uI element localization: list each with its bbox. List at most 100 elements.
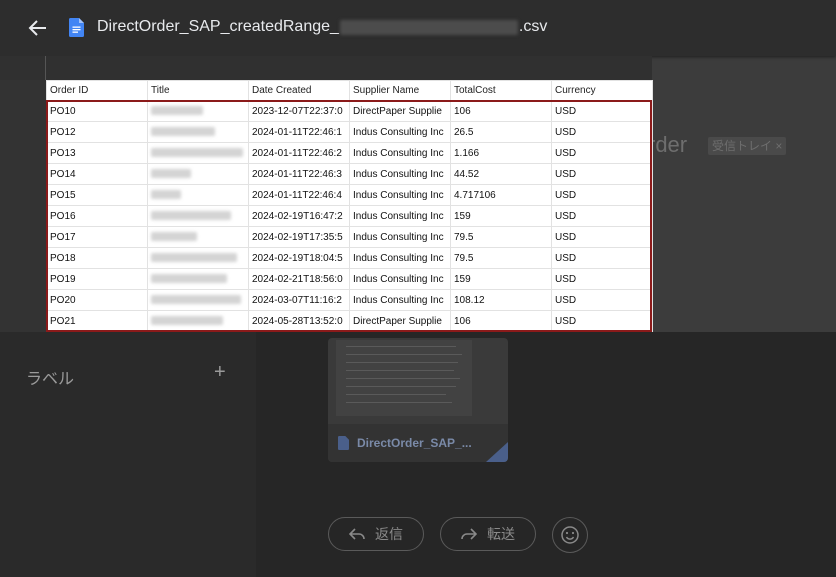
table-cell — [147, 121, 249, 143]
table-cell: Indus Consulting Inc — [349, 163, 451, 185]
table-cell: USD — [551, 205, 653, 227]
table-cell — [147, 163, 249, 185]
table-cell: Indus Consulting Inc — [349, 247, 451, 269]
forward-button[interactable]: 転送 — [440, 517, 536, 551]
attachment-thumbnail[interactable]: DirectOrder_SAP_... — [328, 338, 508, 462]
table-cell: Indus Consulting Inc — [349, 289, 451, 311]
redacted-title — [151, 232, 197, 242]
csv-preview-sheet: Order ID Title Date Created Supplier Name To… — [46, 80, 653, 332]
table-cell: USD — [551, 289, 653, 311]
file-title: DirectOrder_SAP_createdRange_ .csv — [97, 18, 547, 36]
table-cell: 2024-01-11T22:46:1 — [248, 121, 350, 143]
redacted-title — [151, 316, 223, 326]
table-cell: 2024-03-07T11:16:2 — [248, 289, 350, 311]
table-row: PO17 2024-02-19T17:35:5 Indus Consulting I… — [46, 226, 653, 248]
table-cell: 159 — [450, 268, 552, 290]
reply-label: 返信 — [375, 526, 403, 542]
table-cell: USD — [551, 226, 653, 248]
table-cell — [147, 184, 249, 206]
table-cell: 159 — [450, 205, 552, 227]
file-title-prefix: DirectOrder_SAP_createdRange_ — [97, 18, 339, 35]
table-cell: PO13 — [46, 142, 148, 164]
table-cell: PO19 — [46, 268, 148, 290]
redacted-date-range — [339, 19, 518, 35]
table-cell: 106 — [450, 100, 552, 122]
inbox-label-chip[interactable]: 受信トレイ × — [708, 137, 787, 155]
table-cell: 44.52 — [450, 163, 552, 185]
table-row: PO20 2024-03-07T11:16:2 Indus Consulting I… — [46, 289, 653, 311]
table-cell — [147, 310, 249, 332]
table-cell: 2024-05-28T13:52:0 — [248, 310, 350, 332]
emoji-reaction-button[interactable] — [552, 517, 588, 553]
table-cell: DirectPaper Supplie — [349, 100, 451, 122]
table-cell: USD — [551, 310, 653, 332]
redacted-title — [151, 274, 227, 284]
table-cell: PO20 — [46, 289, 148, 311]
table-cell: 2024-02-19T17:35:5 — [248, 226, 350, 248]
table-cell — [147, 100, 249, 122]
forward-arrow-icon — [461, 528, 477, 540]
table-cell: PO17 — [46, 226, 148, 248]
redacted-title — [151, 211, 231, 221]
arrow-left-icon[interactable] — [26, 16, 50, 40]
table-cell — [147, 268, 249, 290]
table-row: PO19 2024-02-21T18:56:0 Indus Consulting I… — [46, 268, 653, 290]
redacted-title — [151, 253, 237, 263]
table-cell: DirectPaper Supplie — [349, 310, 451, 332]
csv-table: Order ID Title Date Created Supplier Name To… — [46, 80, 653, 332]
table-cell: USD — [551, 268, 653, 290]
table-cell: 4.717106 — [450, 184, 552, 206]
redacted-title — [151, 148, 243, 158]
table-cell: USD — [551, 163, 653, 185]
table-cell: 26.5 — [450, 121, 552, 143]
table-cell: USD — [551, 100, 653, 122]
table-cell: USD — [551, 184, 653, 206]
table-cell: 106 — [450, 310, 552, 332]
table-cell: Indus Consulting Inc — [349, 121, 451, 143]
table-row: PO13 2024-01-11T22:46:2 Indus Consulting I… — [46, 142, 653, 164]
reply-button[interactable]: 返信 — [328, 517, 424, 551]
table-header-row: Order ID Title Date Created Supplier Name To… — [46, 80, 653, 101]
table-body: PO10 2023-12-07T22:37:0 DirectPaper Suppli… — [46, 100, 653, 332]
table-cell — [147, 205, 249, 227]
table-row: PO16 2024-02-19T16:47:2 Indus Consulting I… — [46, 205, 653, 227]
column-header: Order ID — [46, 80, 148, 101]
table-row: PO21 2024-05-28T13:52:0 DirectPaper Suppli… — [46, 310, 653, 332]
table-cell — [147, 289, 249, 311]
table-row: PO15 2024-01-11T22:46:4 Indus Consulting I… — [46, 184, 653, 206]
column-header: Supplier Name — [349, 80, 451, 101]
table-cell: 2024-01-11T22:46:4 — [248, 184, 350, 206]
table-cell: Indus Consulting Inc — [349, 142, 451, 164]
column-header: Currency — [551, 80, 653, 101]
table-cell: PO18 — [46, 247, 148, 269]
reply-arrow-icon — [349, 528, 365, 540]
table-cell: 108.12 — [450, 289, 552, 311]
file-viewer-header: DirectOrder_SAP_createdRange_ .csv — [0, 0, 836, 56]
table-cell: 79.5 — [450, 247, 552, 269]
file-title-extension: .csv — [518, 18, 548, 35]
table-cell: PO10 — [46, 100, 148, 122]
table-cell: Indus Consulting Inc — [349, 268, 451, 290]
table-cell: 2024-01-11T22:46:3 — [248, 163, 350, 185]
column-header: Date Created — [248, 80, 350, 101]
table-cell: 2024-01-11T22:46:2 — [248, 142, 350, 164]
column-header: Title — [147, 80, 249, 101]
redacted-title — [151, 169, 191, 179]
plus-icon[interactable]: + — [214, 362, 226, 382]
table-row: PO14 2024-01-11T22:46:3 Indus Consulting I… — [46, 163, 653, 185]
table-row: PO12 2024-01-11T22:46:1 Indus Consulting I… — [46, 121, 653, 143]
table-cell: 2024-02-19T16:47:2 — [248, 205, 350, 227]
smiley-icon — [561, 526, 579, 544]
table-cell: PO15 — [46, 184, 148, 206]
attachment-name: DirectOrder_SAP_... — [357, 436, 472, 450]
column-header: TotalCost — [450, 80, 552, 101]
table-cell — [147, 247, 249, 269]
table-cell: USD — [551, 121, 653, 143]
table-cell: 2024-02-21T18:56:0 — [248, 268, 350, 290]
redacted-title — [151, 106, 203, 116]
redacted-title — [151, 127, 215, 137]
table-cell: PO16 — [46, 205, 148, 227]
forward-label: 転送 — [487, 526, 515, 542]
google-docs-file-icon — [338, 436, 349, 450]
redacted-title — [151, 190, 181, 200]
